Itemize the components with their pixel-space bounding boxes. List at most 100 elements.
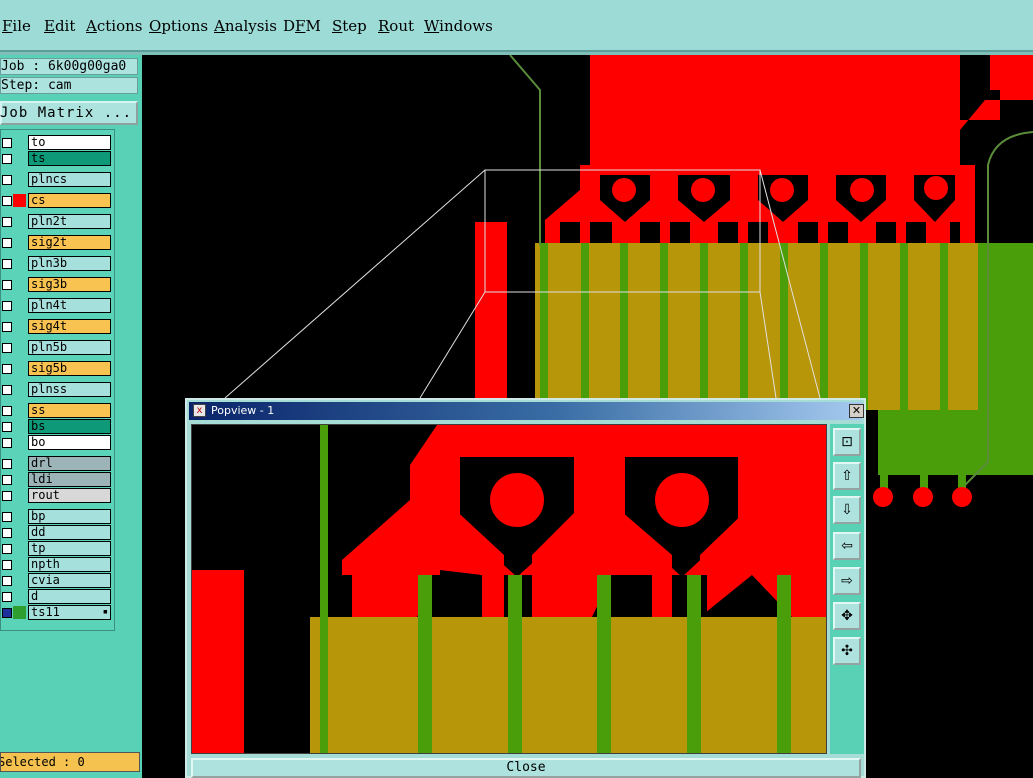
layer-checkbox[interactable] xyxy=(2,301,12,311)
layer-checkbox[interactable] xyxy=(2,238,12,248)
layer-row-dd[interactable]: dd xyxy=(1,525,116,541)
layer-name[interactable]: drl xyxy=(28,456,111,471)
layer-row-plnss[interactable]: plnss xyxy=(1,382,116,398)
layer-checkbox[interactable] xyxy=(2,138,12,148)
layer-name[interactable]: ts xyxy=(28,151,111,166)
pan-right-icon[interactable]: ⇨ xyxy=(833,567,861,595)
layer-row-rout[interactable]: rout xyxy=(1,488,116,504)
layer-name[interactable]: sig2t xyxy=(28,235,111,250)
layer-checkbox[interactable] xyxy=(2,592,12,602)
layer-row-pln3b[interactable]: pln3b xyxy=(1,256,116,272)
layer-row-sig2t[interactable]: sig2t xyxy=(1,235,116,251)
layer-checkbox[interactable] xyxy=(2,280,12,290)
menu-actions[interactable]: Actions xyxy=(86,17,142,35)
layer-checkbox[interactable] xyxy=(2,512,12,522)
layer-checkbox[interactable] xyxy=(2,154,12,164)
layer-name[interactable]: sig3b xyxy=(28,277,111,292)
layer-row-plncs[interactable]: plncs xyxy=(1,172,116,188)
layer-row-to[interactable]: to xyxy=(1,135,116,151)
layer-row-pln5b[interactable]: pln5b xyxy=(1,340,116,356)
layer-name[interactable]: dd xyxy=(28,525,111,540)
layer-name[interactable]: pln4t xyxy=(28,298,111,313)
layer-name[interactable]: plnss xyxy=(28,382,111,397)
layer-row-bo[interactable]: bo xyxy=(1,435,116,451)
layer-checkbox[interactable] xyxy=(2,364,12,374)
job-matrix-button[interactable]: Job Matrix ... xyxy=(0,101,138,125)
layer-row-pln2t[interactable]: pln2t xyxy=(1,214,116,230)
layer-checkbox[interactable] xyxy=(2,406,12,416)
popview-titlebar[interactable]: x Popview - 1 ✕ xyxy=(189,402,864,420)
layer-checkbox[interactable] xyxy=(2,459,12,469)
layer-row-tp[interactable]: tp xyxy=(1,541,116,557)
layer-row-bp[interactable]: bp xyxy=(1,509,116,525)
zoom-out-icon[interactable]: ✣ xyxy=(833,637,861,665)
layer-checkbox[interactable] xyxy=(2,422,12,432)
layer-checkbox[interactable] xyxy=(2,528,12,538)
layer-name[interactable]: ldi xyxy=(28,472,111,487)
menu-step[interactable]: Step xyxy=(332,17,367,35)
popview-canvas[interactable] xyxy=(191,424,827,754)
menu-analysis[interactable]: Analysis xyxy=(214,17,277,35)
layer-row-ts[interactable]: ts xyxy=(1,151,116,167)
layer-checkbox[interactable] xyxy=(2,491,12,501)
menu-file[interactable]: File xyxy=(2,17,31,35)
layer-name[interactable]: pln5b xyxy=(28,340,111,355)
layer-row-ss[interactable]: ss xyxy=(1,403,116,419)
layer-name[interactable]: to xyxy=(28,135,111,150)
menu-dfm[interactable]: DFM xyxy=(283,17,321,35)
layer-row-ts11[interactable]: ts11 ▪ xyxy=(1,605,116,621)
layer-row-sig3b[interactable]: sig3b xyxy=(1,277,116,293)
layer-row-ldi[interactable]: ldi xyxy=(1,472,116,488)
active-marker-icon: ▪ xyxy=(102,607,108,617)
layer-checkbox[interactable] xyxy=(2,608,12,618)
layer-row-npth[interactable]: npth xyxy=(1,557,116,573)
layer-name[interactable]: pln2t xyxy=(28,214,111,229)
menu-edit[interactable]: Edit xyxy=(44,17,75,35)
layer-checkbox[interactable] xyxy=(2,385,12,395)
layer-row-cs[interactable]: cs xyxy=(1,193,116,209)
layer-row-cvia[interactable]: cvia xyxy=(1,573,116,589)
layer-checkbox[interactable] xyxy=(2,475,12,485)
menu-windows[interactable]: Windows xyxy=(424,17,493,35)
layer-checkbox[interactable] xyxy=(2,438,12,448)
pan-left-icon[interactable]: ⇦ xyxy=(833,532,861,560)
layer-row-bs[interactable]: bs xyxy=(1,419,116,435)
layer-name[interactable]: ss xyxy=(28,403,111,418)
layer-checkbox[interactable] xyxy=(2,560,12,570)
layer-checkbox[interactable] xyxy=(2,259,12,269)
layer-name[interactable]: bs xyxy=(28,419,111,434)
layer-name[interactable]: bo xyxy=(28,435,111,450)
layer-name[interactable]: npth xyxy=(28,557,111,572)
layer-name[interactable]: ts11 ▪ xyxy=(28,605,111,620)
layer-name[interactable]: tp xyxy=(28,541,111,556)
layer-name[interactable]: sig5b xyxy=(28,361,111,376)
layer-checkbox[interactable] xyxy=(2,217,12,227)
layer-name[interactable]: plncs xyxy=(28,172,111,187)
layer-checkbox[interactable] xyxy=(2,196,12,206)
layer-name[interactable]: pln3b xyxy=(28,256,111,271)
layer-name[interactable]: rout xyxy=(28,488,111,503)
layer-name[interactable]: sig4t xyxy=(28,319,111,334)
layer-row-drl[interactable]: drl xyxy=(1,456,116,472)
pan-down-icon[interactable]: ⇩ xyxy=(833,496,861,524)
menu-rout[interactable]: Rout xyxy=(378,17,414,35)
layer-name[interactable]: bp xyxy=(28,509,111,524)
layer-row-sig5b[interactable]: sig5b xyxy=(1,361,116,377)
layer-checkbox[interactable] xyxy=(2,576,12,586)
pan-up-icon[interactable]: ⇧ xyxy=(833,462,861,490)
layer-row-d[interactable]: d xyxy=(1,589,116,605)
menu-options[interactable]: Options xyxy=(149,17,208,35)
close-button[interactable]: Close xyxy=(191,758,861,778)
layer-name[interactable]: cs xyxy=(28,193,111,208)
layer-name[interactable]: cvia xyxy=(28,573,111,588)
zoom-in-icon[interactable]: ✥ xyxy=(833,602,861,630)
layer-checkbox[interactable] xyxy=(2,544,12,554)
window-close-button[interactable]: ✕ xyxy=(849,404,864,418)
layer-row-pln4t[interactable]: pln4t xyxy=(1,298,116,314)
layer-checkbox[interactable] xyxy=(2,175,12,185)
zoom-fit-icon[interactable]: ⊡ xyxy=(833,428,861,456)
layer-row-sig4t[interactable]: sig4t xyxy=(1,319,116,335)
layer-name[interactable]: d xyxy=(28,589,111,604)
layer-checkbox[interactable] xyxy=(2,343,12,353)
layer-checkbox[interactable] xyxy=(2,322,12,332)
